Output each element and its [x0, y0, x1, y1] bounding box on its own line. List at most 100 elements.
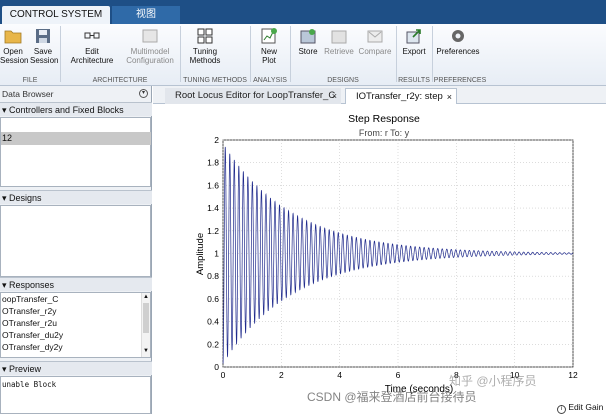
x-tick-label: 4 — [337, 370, 342, 380]
list-item[interactable]: oopTransfer_C — [1, 294, 58, 305]
separator — [432, 26, 433, 82]
section-controllers[interactable]: ▾ Controllers and Fixed Blocks — [0, 102, 152, 116]
export-label: Export — [402, 47, 426, 56]
controllers-header: Controllers and Fixed Blocks — [9, 105, 124, 115]
multimodel-icon — [142, 29, 158, 43]
scroll-thumb[interactable] — [143, 303, 149, 333]
watermark-zhihu: 知乎 @小程序员 — [449, 374, 537, 388]
scroll-down-icon[interactable]: ▼ — [142, 347, 150, 355]
x-tick-label: 12 — [568, 370, 578, 380]
group-file: FILE — [22, 77, 38, 84]
scroll-up-icon[interactable]: ▲ — [142, 293, 150, 301]
preview-header: Preview — [9, 364, 42, 374]
group-analysis: ANALYSIS — [253, 77, 287, 84]
tab2-label: IOTransfer_r2y: step — [356, 91, 443, 102]
new-plot-icon — [261, 28, 277, 44]
open-label-1: Open — [3, 47, 23, 56]
compare-button[interactable]: Compare — [358, 27, 392, 56]
y-tick-label: 2 — [214, 135, 219, 145]
responses-scrollbar[interactable]: ▲ ▼ — [141, 293, 150, 357]
compare-icon — [367, 30, 383, 43]
close-icon[interactable]: × — [447, 89, 452, 105]
separator — [250, 26, 251, 82]
save-disk-icon — [36, 29, 50, 43]
edit-architecture-button[interactable]: Edit Architecture — [64, 27, 120, 65]
ribbon-tab-bar: CONTROL SYSTEM 视图 — [0, 0, 606, 24]
collapse-icon[interactable]: ▾ — [139, 89, 148, 98]
compare-label: Compare — [358, 47, 392, 56]
list-item[interactable]: 12 — [1, 132, 151, 145]
retrieve-button[interactable]: Retrieve — [324, 27, 354, 56]
preview-box: unable Block — [0, 376, 151, 414]
tab-root-locus-editor[interactable]: Root Locus Editor for LoopTransfer_C × — [165, 88, 341, 104]
data-browser-panel: Data Browser ▾ ▾ Controllers and Fixed B… — [0, 86, 152, 414]
multi-label-2: Configuration — [126, 56, 174, 65]
tuning-methods-button[interactable]: Tuning Methods — [184, 27, 226, 65]
responses-list: oopTransfer_C OTransfer_r2y OTransfer_r2… — [0, 292, 151, 358]
x-tick-label: 2 — [279, 370, 284, 380]
designs-header: Designs — [9, 193, 42, 203]
store-icon — [300, 29, 316, 44]
step-response-chart[interactable]: Step Response From: r To: y Amplitude Ti… — [153, 104, 606, 414]
list-item[interactable]: OTransfer_r2y — [1, 306, 56, 317]
save-session-button[interactable]: Save Session — [30, 27, 59, 65]
preferences-button[interactable]: Preferences — [436, 27, 480, 56]
y-tick-label: 1.8 — [207, 158, 219, 168]
export-button[interactable]: Export — [400, 27, 428, 56]
newplot-label-1: New — [260, 47, 277, 56]
separator — [396, 26, 397, 82]
gear-icon — [452, 30, 464, 42]
export-icon — [406, 29, 421, 44]
tab-iotransfer-step[interactable]: IOTransfer_r2y: step × — [345, 88, 457, 104]
section-preview[interactable]: ▾ Preview — [0, 361, 152, 375]
x-tick-label: 6 — [396, 370, 401, 380]
controllers-list: 12 — [0, 117, 151, 187]
group-tuning: TUNING METHODS — [183, 77, 247, 84]
architecture-icon — [84, 32, 100, 39]
edit-label-2: Architecture — [70, 56, 114, 65]
tab-view[interactable]: 视图 — [112, 6, 180, 24]
close-icon[interactable]: × — [332, 88, 337, 104]
section-designs[interactable]: ▾ Designs — [0, 190, 152, 204]
group-preferences: PREFERENCES — [433, 77, 487, 84]
new-plot-button[interactable]: New Plot — [254, 27, 284, 65]
list-item[interactable]: OTransfer_du2y — [1, 330, 63, 341]
multimodel-configuration-button[interactable]: Multimodel Configuration — [122, 27, 178, 65]
tab-control-system[interactable]: CONTROL SYSTEM — [2, 6, 110, 24]
edit-gain-label: Edit Gain — [568, 402, 604, 412]
tuning-label-2: Methods — [189, 56, 221, 65]
preferences-label: Preferences — [436, 47, 480, 56]
responses-header: Responses — [9, 280, 55, 290]
y-tick-label: 0 — [214, 362, 219, 372]
group-results: RESULTS — [398, 77, 430, 84]
y-axis-label: Amplitude — [195, 233, 206, 275]
ribbon-toolbar: Open Session Save Session Edit Architect… — [0, 24, 606, 86]
y-tick-label: 0.4 — [207, 317, 219, 327]
save-label-2: Session — [30, 56, 59, 65]
tab1-label: Root Locus Editor for LoopTransfer_C — [175, 90, 336, 101]
store-button[interactable]: Store — [294, 27, 322, 56]
x-tick-label: 0 — [221, 370, 226, 380]
chart-title: Step Response — [348, 113, 420, 125]
open-session-button[interactable]: Open Session — [0, 27, 29, 65]
list-item[interactable]: OTransfer_r2u — [1, 318, 57, 329]
chart-subtitle: From: r To: y — [359, 128, 410, 138]
y-tick-label: 1.6 — [207, 180, 219, 190]
store-label: Store — [298, 47, 318, 56]
edit-gain-hint[interactable]: i Edit Gain — [557, 402, 603, 414]
list-item[interactable]: OTransfer_dy2y — [1, 342, 63, 353]
section-responses[interactable]: ▾ Responses — [0, 277, 152, 291]
open-label-2: Session — [0, 56, 29, 65]
watermark-csdn: CSDN @福来登酒店前台接待员 — [307, 390, 477, 404]
save-label-1: Save — [33, 47, 53, 56]
newplot-label-2: Plot — [262, 56, 276, 65]
group-designs: DESIGNS — [327, 77, 359, 84]
y-tick-label: 1 — [214, 249, 219, 259]
separator — [290, 26, 291, 82]
tuning-icon — [197, 28, 213, 44]
y-tick-label: 0.6 — [207, 294, 219, 304]
edit-label-1: Edit — [85, 47, 99, 56]
retrieve-icon — [331, 30, 347, 44]
data-browser-header: Data Browser ▾ — [0, 88, 152, 100]
retrieve-label: Retrieve — [324, 47, 354, 56]
